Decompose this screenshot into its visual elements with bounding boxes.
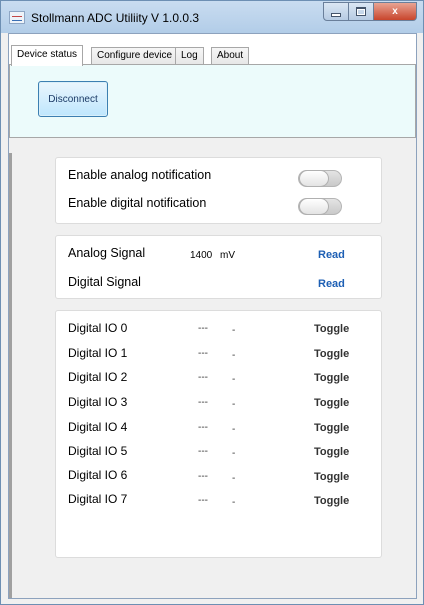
- io-label: Digital IO 1: [68, 346, 128, 360]
- io-label: Digital IO 2: [68, 370, 128, 384]
- minimize-button[interactable]: [323, 2, 349, 21]
- toggle-io-6-button[interactable]: Toggle: [314, 471, 349, 483]
- toggle-io-4-button[interactable]: Toggle: [314, 422, 349, 434]
- close-button[interactable]: x: [374, 2, 417, 21]
- io-value: ---: [198, 495, 208, 506]
- io-value: ---: [198, 471, 208, 482]
- io-value: ---: [198, 422, 208, 433]
- io-label: Digital IO 3: [68, 395, 128, 409]
- analog-notification-label: Enable analog notification: [68, 168, 212, 182]
- io-value: ---: [198, 323, 208, 334]
- io-label: Digital IO 6: [68, 468, 128, 482]
- app-icon: [9, 11, 25, 24]
- analog-signal-value: 1400: [190, 250, 213, 261]
- toggle-io-3-button[interactable]: Toggle: [314, 397, 349, 409]
- digital-signal-label: Digital Signal: [68, 275, 141, 289]
- tab-configure-device[interactable]: Configure device: [91, 47, 179, 65]
- io-state: -: [232, 325, 236, 336]
- analog-signal-label: Analog Signal: [68, 246, 146, 260]
- io-state: -: [232, 424, 236, 435]
- toggle-io-5-button[interactable]: Toggle: [314, 446, 349, 458]
- tab-device-status[interactable]: Device status: [11, 45, 84, 66]
- toggle-io-1-button[interactable]: Toggle: [314, 348, 349, 360]
- digital-notification-label: Enable digital notification: [68, 196, 207, 210]
- read-digital-button[interactable]: Read: [318, 278, 345, 290]
- read-analog-button[interactable]: Read: [318, 249, 345, 261]
- analog-notification-toggle[interactable]: [298, 170, 342, 187]
- io-state: -: [232, 350, 236, 361]
- io-state: -: [232, 448, 236, 459]
- app-window: Stollmann ADC Utiliity V 1.0.0.3 x Devic…: [0, 0, 424, 605]
- toggle-io-7-button[interactable]: Toggle: [314, 495, 349, 507]
- connection-panel: Disconnect: [9, 64, 416, 138]
- window-controls: x: [323, 2, 417, 21]
- tab-strip: Device status Configure device Log About: [9, 34, 416, 66]
- digital-io-card: Digital IO 0 --- - Toggle Digital IO 1 -…: [55, 310, 382, 558]
- maximize-icon: [356, 7, 366, 16]
- io-label: Digital IO 7: [68, 492, 128, 506]
- maximize-button[interactable]: [349, 2, 374, 21]
- tab-about[interactable]: About: [211, 47, 250, 65]
- minimize-icon: [331, 12, 341, 17]
- io-state: -: [232, 473, 236, 484]
- io-value: ---: [198, 372, 208, 383]
- signal-card: Analog Signal 1400 mV Read Digital Signa…: [55, 235, 382, 299]
- io-label: Digital IO 4: [68, 420, 128, 434]
- io-label: Digital IO 0: [68, 321, 128, 335]
- io-state: -: [232, 497, 236, 508]
- disconnect-button[interactable]: Disconnect: [38, 81, 108, 117]
- io-label: Digital IO 5: [68, 444, 128, 458]
- notification-card: Enable analog notification Enable digita…: [55, 157, 382, 224]
- toggle-knob: [299, 170, 329, 187]
- io-value: ---: [198, 348, 208, 359]
- client-area: Device status Configure device Log About…: [8, 33, 417, 599]
- analog-signal-unit: mV: [220, 250, 235, 261]
- tab-log[interactable]: Log: [175, 47, 204, 65]
- title-bar[interactable]: Stollmann ADC Utiliity V 1.0.0.3 x: [1, 1, 423, 33]
- digital-notification-toggle[interactable]: [298, 198, 342, 215]
- io-state: -: [232, 374, 236, 385]
- panel-edge: [9, 153, 12, 598]
- toggle-knob: [299, 198, 329, 215]
- io-value: ---: [198, 397, 208, 408]
- toggle-io-0-button[interactable]: Toggle: [314, 323, 349, 335]
- io-state: -: [232, 399, 236, 410]
- device-status-panel: Enable analog notification Enable digita…: [9, 138, 416, 598]
- close-icon: x: [392, 6, 398, 17]
- io-value: ---: [198, 446, 208, 457]
- window-title: Stollmann ADC Utiliity V 1.0.0.3: [31, 11, 200, 25]
- toggle-io-2-button[interactable]: Toggle: [314, 372, 349, 384]
